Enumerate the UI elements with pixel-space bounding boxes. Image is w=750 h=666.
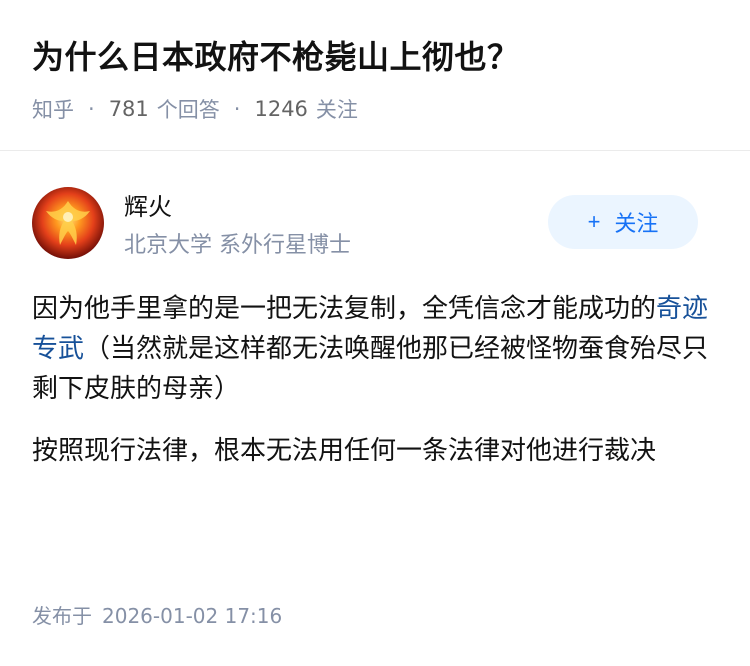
answer-paragraph: 按照现行法律，根本无法用任何一条法律对他进行裁决 — [32, 436, 657, 466]
publish-label: 发布于 — [32, 604, 92, 628]
question-title[interactable]: 为什么日本政府不枪毙山上彻也？ — [32, 34, 718, 80]
follower-count: 1246 — [254, 97, 308, 121]
answer-text: 因为他手里拿的是一把无法复制，全凭信念才能成功的 — [32, 294, 657, 324]
follow-button[interactable]: + 关注 — [548, 195, 698, 249]
question-header: 为什么日本政府不枪毙山上彻也？ 知乎 · 781 个回答 · 1246 关注 — [0, 0, 750, 151]
follower-count-label: 关注 — [315, 98, 358, 122]
answer-page: 为什么日本政府不枪毙山上彻也？ 知乎 · 781 个回答 · 1246 关注 辉… — [0, 0, 750, 666]
phoenix-avatar-icon — [46, 201, 90, 245]
answer-text: （当然就是这样都无法唤醒他那已经被怪物蚕食殆尽只剩下皮肤的母亲） — [32, 334, 709, 404]
author-headline: 北京大学 系外行星博士 — [124, 233, 351, 258]
answer-paragraph: 因为他手里拿的是一把无法复制，全凭信念才能成功的奇迹专武（当然就是这样都无法唤醒… — [32, 289, 718, 409]
answer-count: 781 — [108, 97, 149, 121]
plus-icon: + — [587, 209, 601, 234]
answer-count-label: 个回答 — [156, 98, 220, 122]
publish-timestamp: 2026-01-02 17:16 — [102, 604, 283, 628]
follow-button-label: 关注 — [614, 211, 659, 236]
avatar[interactable] — [32, 187, 104, 259]
question-meta: 知乎 · 781 个回答 · 1246 关注 — [32, 94, 718, 124]
publish-time: 发布于 2026-01-02 17:16 — [32, 600, 282, 629]
author-row: 辉火 北京大学 系外行星博士 + 关注 — [0, 151, 750, 269]
author-name[interactable]: 辉火 — [124, 187, 172, 222]
meta-separator: · — [233, 97, 241, 121]
source-label[interactable]: 知乎 — [32, 94, 74, 124]
meta-separator: · — [88, 97, 95, 121]
answer-content: 因为他手里拿的是一把无法复制，全凭信念才能成功的奇迹专武（当然就是这样都无法唤醒… — [0, 269, 750, 471]
